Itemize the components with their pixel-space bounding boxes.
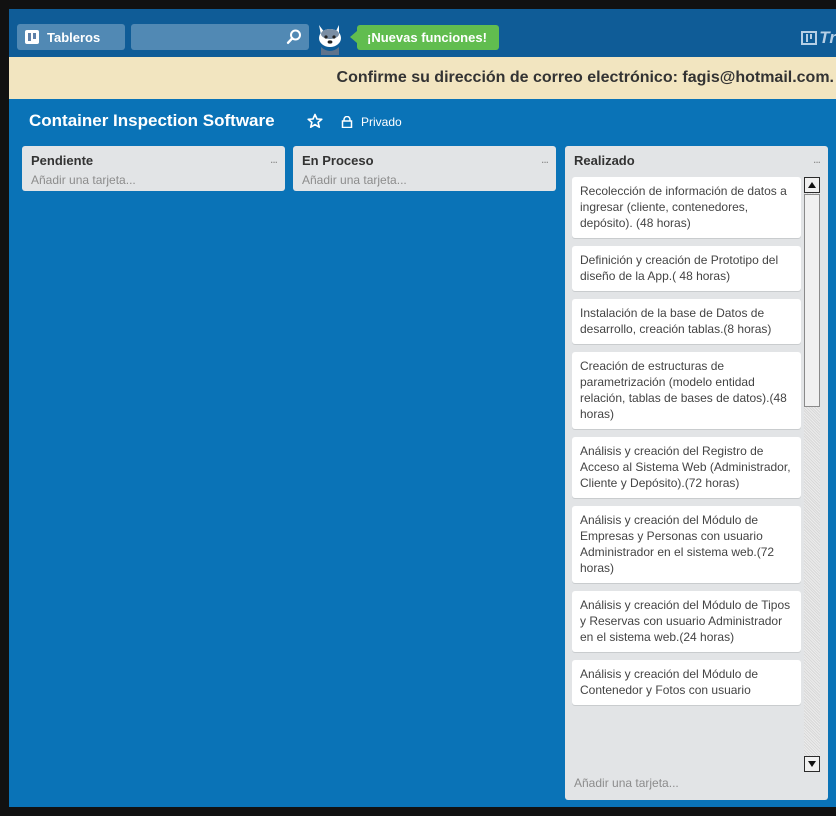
scroll-thumb[interactable] bbox=[804, 194, 820, 407]
list-menu-button[interactable]: ... bbox=[270, 152, 278, 166]
boards-button-label: Tableros bbox=[47, 29, 101, 45]
board-title[interactable]: Container Inspection Software bbox=[29, 111, 275, 131]
list-menu-button[interactable]: ... bbox=[541, 152, 549, 166]
cards-container: Recolección de información de datos a in… bbox=[572, 177, 801, 771]
card[interactable]: Definición y creación de Prototipo del d… bbox=[572, 246, 801, 291]
trello-window: Tableros ¡Nuevas funciones! Tr Confirme … bbox=[0, 0, 836, 816]
list-realizado: Realizado ... Recolección de información… bbox=[565, 146, 828, 800]
privacy-label: Privado bbox=[361, 115, 402, 129]
add-card-link[interactable]: Añadir una tarjeta... bbox=[302, 173, 407, 187]
add-card-link[interactable]: Añadir una tarjeta... bbox=[574, 776, 679, 790]
add-card-link[interactable]: Añadir una tarjeta... bbox=[31, 173, 136, 187]
card[interactable]: Análisis y creación del Módulo de Tipos … bbox=[572, 591, 801, 652]
star-icon[interactable] bbox=[307, 113, 323, 129]
search-icon[interactable] bbox=[285, 28, 303, 46]
trello-logo-icon bbox=[801, 31, 818, 45]
boards-button[interactable]: Tableros bbox=[17, 24, 125, 50]
card[interactable]: Análisis y creación del Módulo de Empres… bbox=[572, 506, 801, 583]
card[interactable]: Análisis y creación del Registro de Acce… bbox=[572, 437, 801, 498]
list-title[interactable]: Realizado bbox=[574, 153, 635, 168]
privacy-button[interactable]: Privado bbox=[341, 113, 402, 131]
scroll-down-button[interactable] bbox=[804, 756, 820, 772]
card[interactable]: Instalación de la base de Datos de desar… bbox=[572, 299, 801, 344]
card[interactable]: Creación de estructuras de parametrizaci… bbox=[572, 352, 801, 429]
scroll-up-button[interactable] bbox=[804, 177, 820, 193]
list-title[interactable]: Pendiente bbox=[31, 153, 93, 168]
search-box[interactable] bbox=[131, 24, 309, 50]
list-en-proceso: En Proceso ... Añadir una tarjeta... bbox=[293, 146, 556, 191]
search-input[interactable] bbox=[131, 24, 293, 50]
lock-icon bbox=[341, 116, 353, 128]
triangle-up-icon bbox=[808, 182, 816, 188]
list-menu-button[interactable]: ... bbox=[813, 152, 821, 166]
card[interactable]: Análisis y creación del Módulo de Conten… bbox=[572, 660, 801, 705]
triangle-down-icon bbox=[808, 761, 816, 767]
cards-scrollbar[interactable] bbox=[804, 177, 820, 772]
list-title[interactable]: En Proceso bbox=[302, 153, 374, 168]
top-header-bar: Tableros ¡Nuevas funciones! Tr bbox=[9, 9, 836, 57]
taco-mascot-icon[interactable] bbox=[313, 21, 347, 55]
trello-logo[interactable]: Tr bbox=[801, 28, 836, 48]
email-confirm-banner: Confirme su dirección de correo electrón… bbox=[9, 57, 836, 99]
list-pendiente: Pendiente ... Añadir una tarjeta... bbox=[22, 146, 285, 191]
boards-icon bbox=[25, 30, 39, 44]
new-features-button[interactable]: ¡Nuevas funciones! bbox=[350, 25, 499, 50]
trello-logo-text: Tr bbox=[819, 28, 836, 47]
card[interactable]: Recolección de información de datos a in… bbox=[572, 177, 801, 238]
